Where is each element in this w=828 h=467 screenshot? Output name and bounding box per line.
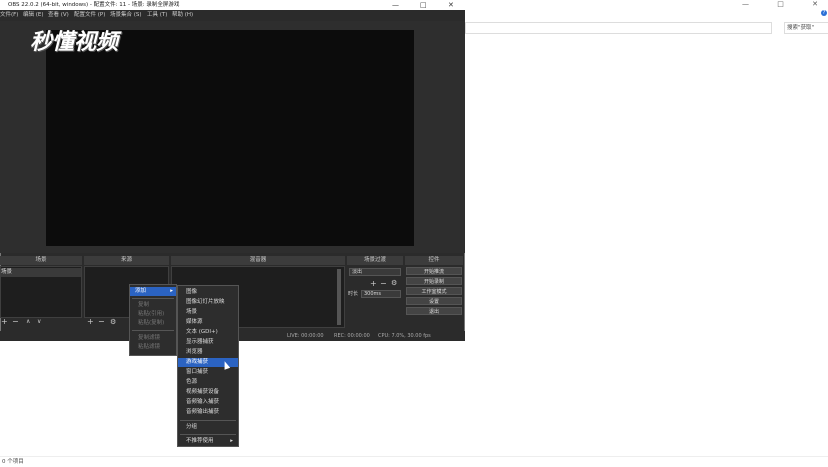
remove-transition-icon[interactable]: − bbox=[380, 279, 387, 288]
settings-button[interactable]: 设置 bbox=[406, 297, 462, 305]
menu-bar: 文件(F) 编辑 (E) 查看 (V) 配置文件 (P) 场景集合 (S) 工具… bbox=[0, 10, 465, 21]
menu-view[interactable]: 查看 (V) bbox=[48, 10, 69, 21]
remove-scene-icon[interactable]: − bbox=[12, 317, 19, 327]
scenes-dock-title: 场景 bbox=[0, 256, 82, 265]
minimize-button[interactable]: — bbox=[392, 0, 399, 10]
source-display-capture[interactable]: 显示器捕获 bbox=[178, 338, 214, 347]
explorer-address-bar[interactable] bbox=[465, 22, 772, 34]
menu-scene-collection[interactable]: 场景集合 (S) bbox=[110, 10, 142, 21]
submenu-arrow-icon: ▸ bbox=[230, 438, 233, 444]
source-audio-output-capture[interactable]: 音频输出捕获 bbox=[178, 408, 219, 417]
explorer-search-input[interactable]: 搜索"获取" bbox=[784, 22, 828, 34]
menu-copy[interactable]: 复制 bbox=[130, 301, 149, 310]
close-button[interactable]: ✕ bbox=[448, 0, 454, 10]
menu-separator bbox=[180, 420, 236, 421]
menu-separator bbox=[132, 330, 174, 331]
duration-label: 时长 bbox=[348, 291, 359, 297]
explorer-status-bar: 0 个项目 bbox=[0, 456, 828, 467]
transitions-dock-title: 场景过渡 bbox=[347, 256, 403, 265]
source-video-capture-device[interactable]: 视频捕获设备 bbox=[178, 388, 219, 397]
source-window-capture[interactable]: 窗口捕获 bbox=[178, 368, 208, 377]
preview-canvas[interactable] bbox=[46, 30, 414, 246]
watermark-logo: 秒懂视频 bbox=[30, 29, 119, 55]
rec-status: REC: 00:00:00 bbox=[334, 333, 370, 339]
sources-dock-title: 来源 bbox=[84, 256, 169, 265]
gear-icon[interactable]: ⚙ bbox=[110, 317, 116, 327]
submenu-arrow-icon: ▸ bbox=[170, 288, 173, 294]
mixer-scrollbar[interactable] bbox=[337, 269, 341, 325]
maximize-button[interactable]: □ bbox=[420, 0, 427, 10]
source-scene[interactable]: 场景 bbox=[178, 308, 197, 317]
move-up-icon[interactable]: ∧ bbox=[26, 317, 30, 327]
duration-input[interactable]: 300ms bbox=[361, 290, 401, 298]
add-transition-icon[interactable]: + bbox=[370, 279, 377, 288]
menu-edit[interactable]: 编辑 (E) bbox=[23, 10, 44, 21]
source-audio-input-capture[interactable]: 音频输入捕获 bbox=[178, 398, 219, 407]
controls-dock-title: 控件 bbox=[405, 256, 463, 265]
live-status: LIVE: 00:00:00 bbox=[287, 333, 324, 339]
start-recording-button[interactable]: 开始录制 bbox=[406, 277, 462, 285]
add-scene-icon[interactable]: + bbox=[1, 317, 8, 327]
context-menu: 添加 ▸ 复制 粘贴(引用) 粘贴(复制) 复制滤镜 粘贴滤镜 bbox=[129, 284, 177, 356]
menu-add-label: 添加 bbox=[135, 288, 147, 294]
add-source-icon[interactable]: + bbox=[87, 317, 94, 327]
explorer-maximize-button[interactable]: □ bbox=[777, 0, 784, 8]
scenes-list: 场景 bbox=[0, 266, 82, 318]
exit-button[interactable]: 退出 bbox=[406, 307, 462, 315]
menu-separator bbox=[180, 434, 236, 435]
menu-help[interactable]: 帮助 (H) bbox=[172, 10, 193, 21]
source-color[interactable]: 色源 bbox=[178, 378, 197, 387]
source-browser[interactable]: 浏览器 bbox=[178, 348, 203, 357]
cpu-status: CPU: 7.0%, 30.00 fps bbox=[378, 333, 431, 339]
menu-paste-duplicate[interactable]: 粘贴(复制) bbox=[130, 319, 164, 328]
move-down-icon[interactable]: ∨ bbox=[37, 317, 41, 327]
menu-add[interactable]: 添加 ▸ bbox=[130, 287, 176, 296]
menu-copy-filters[interactable]: 复制滤镜 bbox=[130, 334, 160, 343]
menu-paste-filters[interactable]: 粘贴滤镜 bbox=[130, 343, 160, 352]
studio-mode-button[interactable]: 工作室模式 bbox=[406, 287, 462, 295]
source-group[interactable]: 分组 bbox=[178, 423, 197, 432]
explorer-window-controls: — □ ✕ bbox=[716, 0, 818, 8]
explorer-minimize-button[interactable]: — bbox=[742, 0, 749, 8]
mixer-dock-title: 混音器 bbox=[171, 256, 345, 265]
menu-separator bbox=[132, 298, 174, 299]
source-image-slideshow[interactable]: 图像幻灯片放映 bbox=[178, 298, 225, 307]
scenes-toolbar: + − ∧ ∨ bbox=[0, 317, 82, 327]
menu-paste-reference[interactable]: 粘贴(引用) bbox=[130, 310, 164, 319]
start-streaming-button[interactable]: 开始推流 bbox=[406, 267, 462, 275]
source-deprecated[interactable]: 不推荐使用 ▸ bbox=[178, 437, 238, 446]
obs-titlebar: OBS 22.0.2 (64-bit, windows) - 配置文件: 11 … bbox=[0, 0, 465, 10]
deprecated-label: 不推荐使用 bbox=[186, 438, 214, 444]
menu-file[interactable]: 文件(F) bbox=[0, 10, 18, 21]
transition-toolbar: + − ⚙ bbox=[369, 279, 403, 288]
window-title: OBS 22.0.2 (64-bit, windows) - 配置文件: 11 … bbox=[8, 2, 180, 8]
menu-profile[interactable]: 配置文件 (P) bbox=[74, 10, 105, 21]
source-text-gdi[interactable]: 文本 (GDI+) bbox=[178, 328, 218, 337]
transition-select[interactable]: 淡出 bbox=[349, 268, 401, 276]
menu-tools[interactable]: 工具 (T) bbox=[147, 10, 167, 21]
transition-gear-icon[interactable]: ⚙ bbox=[391, 279, 397, 288]
source-media[interactable]: 媒体源 bbox=[178, 318, 203, 327]
remove-source-icon[interactable]: − bbox=[98, 317, 105, 327]
help-icon[interactable]: ? bbox=[821, 10, 827, 16]
source-image[interactable]: 图像 bbox=[178, 288, 197, 297]
scene-item[interactable]: 场景 bbox=[1, 268, 81, 277]
explorer-close-button[interactable]: ✕ bbox=[812, 0, 818, 8]
